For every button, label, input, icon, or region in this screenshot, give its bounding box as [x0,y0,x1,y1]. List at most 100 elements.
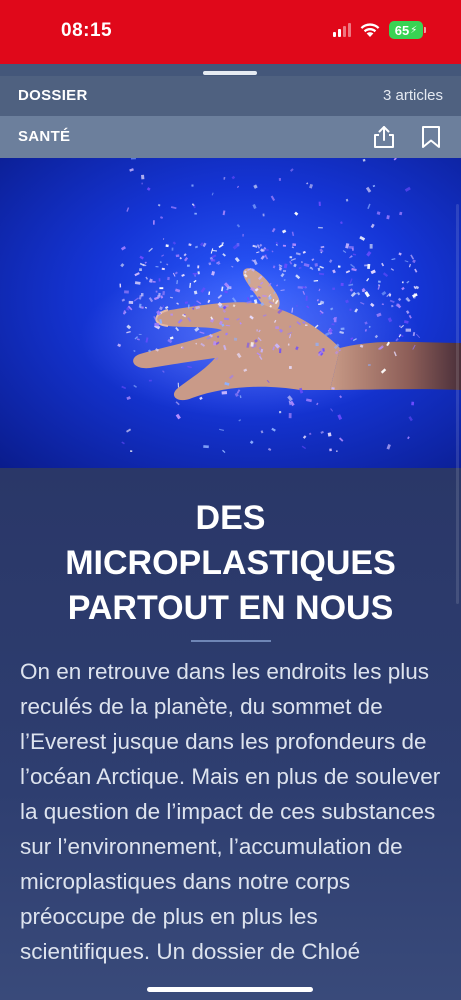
glitter-particle [381,262,385,267]
glitter-particle [187,304,190,309]
glitter-particle [211,192,214,196]
glitter-particle [155,290,158,293]
glitter-particle [302,435,307,439]
glitter-particle [165,244,169,248]
glitter-particle [157,203,161,207]
glitter-particle [386,215,390,220]
glitter-particle [345,198,349,202]
glitter-particle [159,216,164,220]
glitter-particle [367,364,371,366]
glitter-particle [221,391,228,395]
glitter-particle [329,259,333,263]
glitter-particle [152,280,156,283]
glitter-particle [259,243,263,247]
glitter-particle [272,299,275,302]
glitter-particle [336,450,338,452]
glitter-particle [305,295,308,301]
article-headline: DES MICROPLASTIQUES PARTOUT EN NOUS [20,496,441,631]
headline-line: DES [195,499,266,537]
glitter-particle [124,290,129,294]
home-indicator[interactable] [147,987,313,992]
glitter-particle [370,269,376,275]
glitter-particle [398,252,402,256]
headline-line: PARTOUT EN NOUS [67,589,394,627]
glitter-particle [345,243,350,249]
glitter-particle [288,365,292,369]
sheet-grabber[interactable] [203,71,257,75]
glitter-particle [138,333,142,335]
section-header: SANTÉ [0,116,461,158]
glitter-particle [282,270,287,272]
glitter-particle [361,290,365,292]
glitter-particle [311,258,315,262]
battery-icon: 65 ⚡ [389,21,426,39]
glitter-particle [256,251,260,254]
glitter-particle [158,278,161,282]
glitter-particle [238,419,242,422]
glitter-particle [408,263,411,268]
section-label[interactable]: SANTÉ [18,128,70,145]
glitter-particle [159,261,162,264]
scrollbar[interactable] [456,204,459,604]
glitter-particle [304,324,308,327]
glitter-particle [148,379,152,382]
glitter-particle [337,414,343,420]
glitter-particle [191,184,194,187]
glitter-particle [294,211,299,216]
glitter-particle [162,290,166,296]
glitter-particle [340,282,344,286]
glitter-particle [295,252,301,256]
glitter-particle [170,206,177,210]
glitter-particle [329,448,332,452]
glitter-particle [222,210,226,216]
glitter-particle [192,273,198,275]
glitter-particle [292,243,297,247]
glitter-particle [219,428,225,432]
glitter-particle [222,253,226,257]
glitter-particle [231,175,236,180]
glitter-particle [295,305,298,307]
glitter-particle [306,182,309,185]
glitter-particle [161,254,165,257]
glitter-particle [249,440,254,445]
article-lede: On en retrouve dans les endroits les plu… [20,659,441,964]
glitter-particle [267,447,272,451]
glitter-particle [350,263,356,269]
glitter-particle [377,280,381,283]
glitter-particle [327,432,332,437]
glitter-particle [407,436,410,440]
glitter-particle [153,220,155,225]
glitter-particle [340,327,345,331]
glitter-particle [411,401,415,406]
glitter-particle [342,250,347,254]
glitter-particle [252,204,257,210]
bookmark-icon[interactable] [419,124,443,150]
glitter-particle [365,186,372,193]
glitter-particle [129,168,134,172]
glitter-particle [170,313,173,316]
status-icons: 65 ⚡ [333,21,426,39]
glitter-particle [390,268,395,271]
glitter-particle [194,245,199,249]
glitter-particle [120,263,125,268]
glitter-particle [330,408,334,412]
status-bar: 08:15 65 ⚡ [0,0,461,64]
glitter-particle [221,242,224,244]
glitter-particle [154,322,160,327]
glitter-particle [155,265,159,268]
glitter-particle [134,272,140,277]
glitter-particle [166,263,169,266]
articles-count[interactable]: 3 articles [383,87,443,104]
glitter-particle [139,268,142,271]
share-icon[interactable] [371,124,397,150]
glitter-particle [157,295,161,298]
cellular-signal-icon [333,23,351,37]
glitter-particle [367,263,371,269]
glitter-particle [142,263,147,267]
glitter-particle [162,238,165,240]
glitter-particle [139,255,144,260]
glitter-particle [340,221,343,225]
glitter-particle [314,263,319,267]
glitter-particle [332,287,336,291]
glitter-particle [257,244,261,249]
